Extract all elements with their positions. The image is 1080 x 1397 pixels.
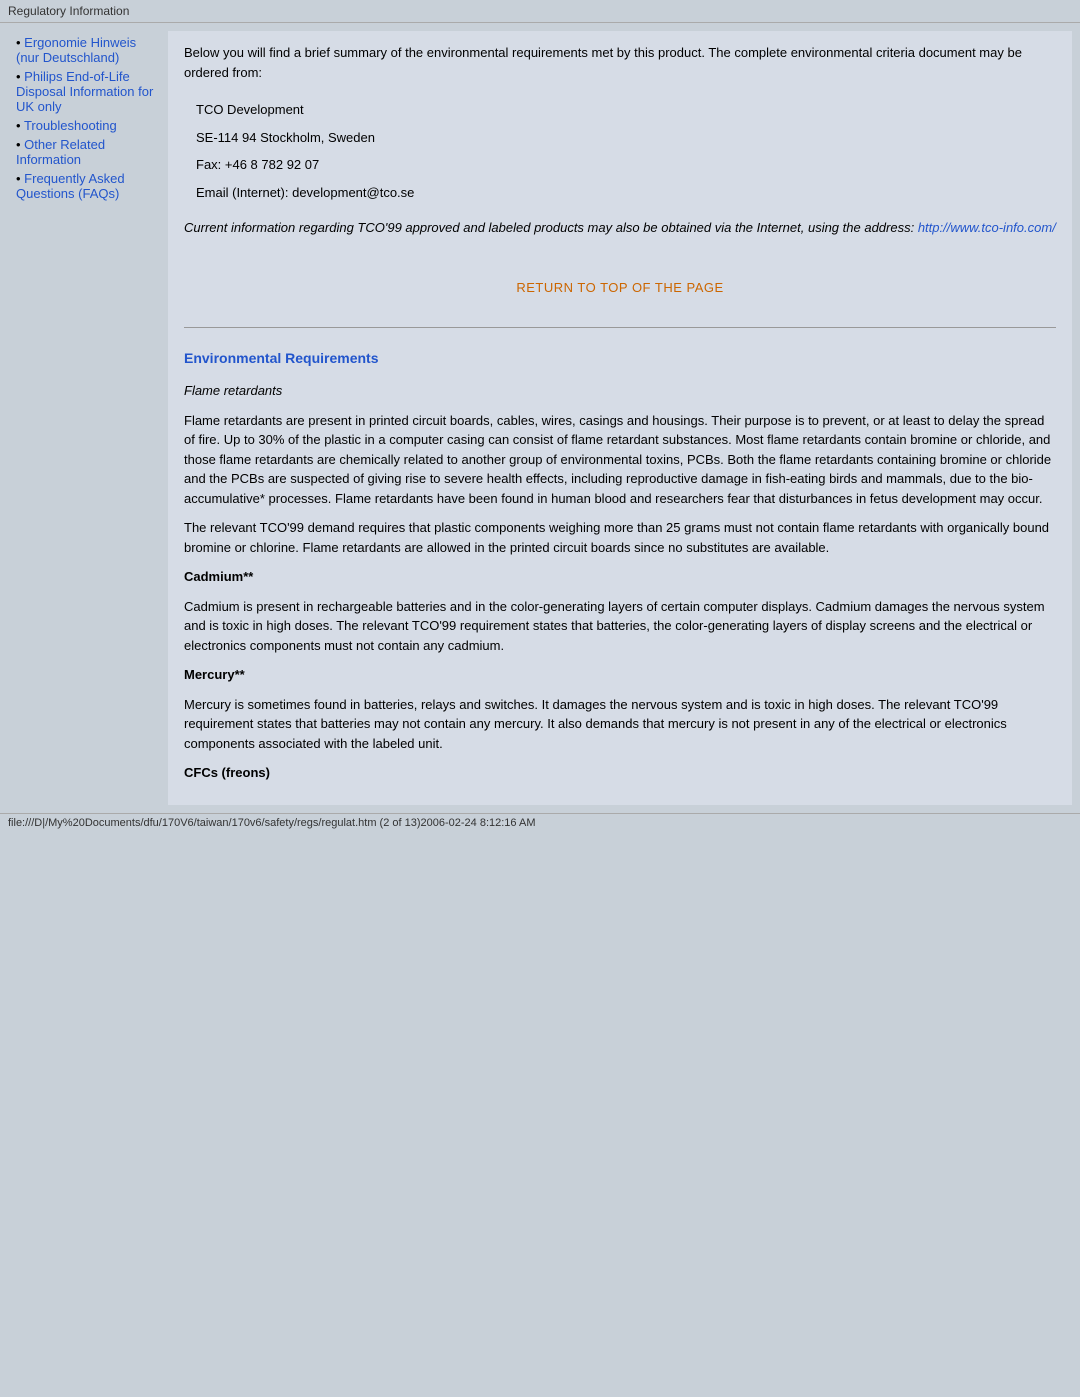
- sidebar-link-other-related[interactable]: Other Related Information: [16, 137, 105, 167]
- sidebar-nav: Ergonomie Hinweis (nur Deutschland) Phil…: [16, 35, 160, 201]
- content-area: Below you will find a brief summary of t…: [168, 31, 1072, 805]
- contact-line-2: SE-114 94 Stockholm, Sweden: [196, 124, 1044, 152]
- top-bar-title: Regulatory Information: [8, 4, 129, 18]
- cadmium-para: Cadmium is present in rechargeable batte…: [184, 597, 1056, 656]
- sidebar-link-ergonomie[interactable]: Ergonomie Hinweis (nur Deutschland): [16, 35, 136, 65]
- flame-retardants-para2: The relevant TCO'99 demand requires that…: [184, 518, 1056, 557]
- cfcs-subtitle: CFCs (freons): [184, 763, 1056, 783]
- intro-paragraph: Below you will find a brief summary of t…: [184, 43, 1056, 82]
- sidebar-link-philips[interactable]: Philips End-of-Life Disposal Information…: [16, 69, 153, 114]
- contact-line-4: Email (Internet): development@tco.se: [196, 179, 1044, 207]
- contact-line-3: Fax: +46 8 782 92 07: [196, 151, 1044, 179]
- section-divider: [184, 327, 1056, 328]
- sidebar-item-other-related: Other Related Information: [16, 137, 160, 167]
- bottom-bar: file:///D|/My%20Documents/dfu/170V6/taiw…: [0, 813, 1080, 832]
- tco-info-link[interactable]: http://www.tco-info.com/: [918, 220, 1056, 235]
- sidebar-link-troubleshooting[interactable]: Troubleshooting: [24, 118, 117, 133]
- top-bar: Regulatory Information: [0, 0, 1080, 23]
- sidebar-link-faqs[interactable]: Frequently Asked Questions (FAQs): [16, 171, 125, 201]
- italic-text-before: Current information regarding TCO'99 app…: [184, 220, 918, 235]
- flame-retardants-para1: Flame retardants are present in printed …: [184, 411, 1056, 509]
- cadmium-subtitle: Cadmium**: [184, 567, 1056, 587]
- return-to-top-container: RETURN TO TOP OF THE PAGE: [184, 248, 1056, 318]
- environmental-section-title: Environmental Requirements: [184, 348, 1056, 369]
- return-to-top-link[interactable]: RETURN TO TOP OF THE PAGE: [516, 280, 723, 295]
- mercury-subtitle: Mercury**: [184, 665, 1056, 685]
- italic-note: Current information regarding TCO'99 app…: [184, 218, 1056, 238]
- sidebar: Ergonomie Hinweis (nur Deutschland) Phil…: [8, 31, 168, 805]
- sidebar-item-faqs: Frequently Asked Questions (FAQs): [16, 171, 160, 201]
- flame-retardants-subtitle: Flame retardants: [184, 381, 1056, 401]
- sidebar-item-philips: Philips End-of-Life Disposal Information…: [16, 69, 160, 114]
- main-layout: Ergonomie Hinweis (nur Deutschland) Phil…: [0, 23, 1080, 813]
- sidebar-item-ergonomie: Ergonomie Hinweis (nur Deutschland): [16, 35, 160, 65]
- contact-line-1: TCO Development: [196, 96, 1044, 124]
- bottom-bar-text: file:///D|/My%20Documents/dfu/170V6/taiw…: [8, 817, 535, 829]
- sidebar-item-troubleshooting: Troubleshooting: [16, 118, 160, 133]
- contact-block: TCO Development SE-114 94 Stockholm, Swe…: [184, 92, 1056, 210]
- mercury-para: Mercury is sometimes found in batteries,…: [184, 695, 1056, 754]
